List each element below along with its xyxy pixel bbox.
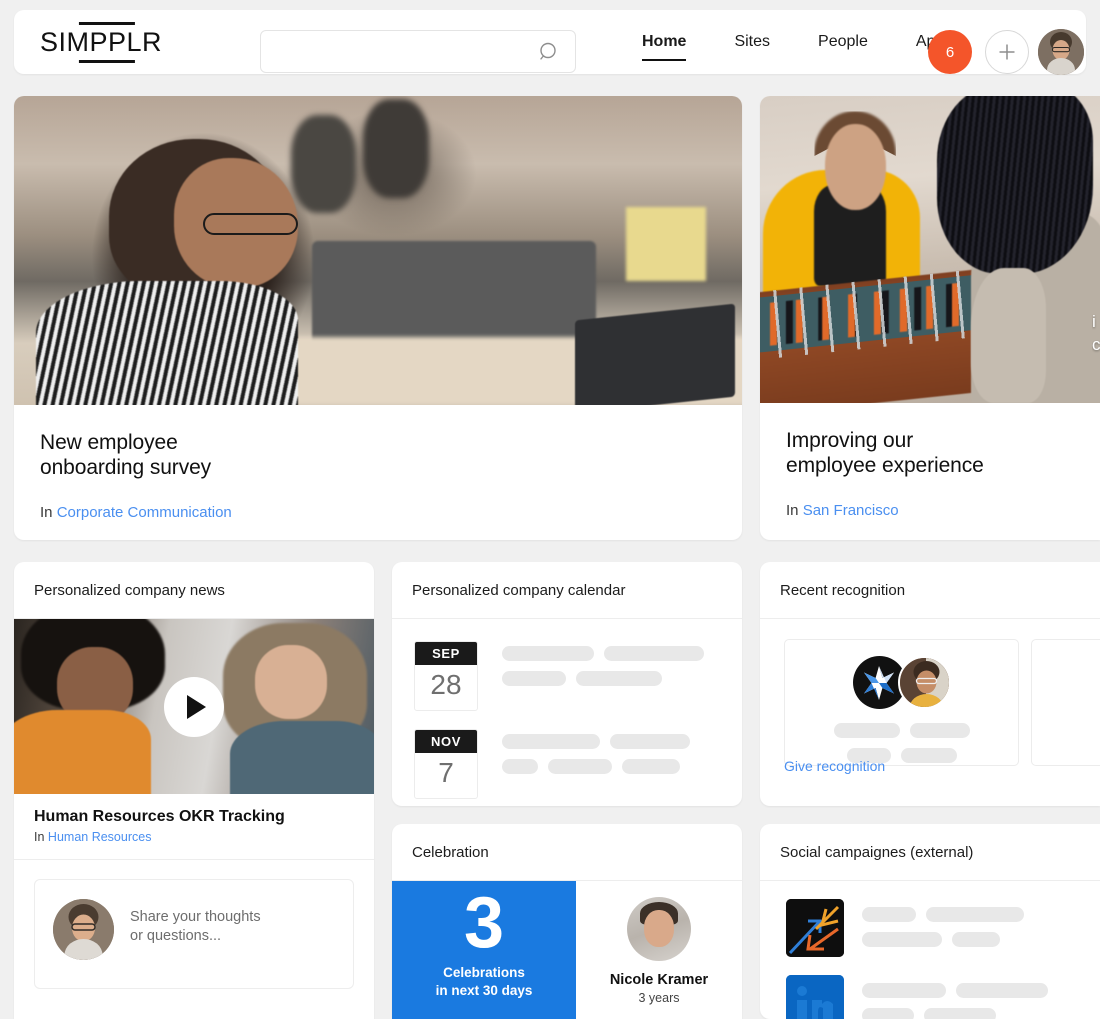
event-month: SEP (415, 642, 477, 665)
logo-text: SIMPPLR (40, 26, 163, 57)
featured-post-meta-secondary: In San Francisco (786, 502, 1074, 519)
celebration-person-avatar (627, 897, 691, 961)
recognized-person-avatar (897, 656, 951, 709)
give-recognition-link[interactable]: Give recognition (784, 758, 885, 774)
nav-label-home: Home (642, 33, 687, 50)
celebration-caption: Celebrations in next 30 days (435, 965, 533, 998)
event-day: 28 (430, 669, 462, 700)
site-link-human-resources[interactable]: Human Resources (48, 830, 152, 844)
recent-recognition-card: Recent recognition Give recognition (760, 562, 1100, 806)
celebration-card-header: Celebration (392, 824, 742, 881)
featured-image-foosball: i c (760, 96, 1100, 403)
search-icon[interactable] (537, 40, 561, 64)
featured-image-office (14, 96, 742, 405)
event-month: NOV (415, 730, 477, 753)
user-avatar-icon (899, 658, 949, 707)
avatar[interactable] (1038, 29, 1084, 75)
nav-item-home[interactable]: Home (618, 10, 710, 74)
recognition-tile[interactable] (784, 639, 1019, 766)
play-icon[interactable] (164, 676, 224, 737)
news-post-summary[interactable]: Human Resources OKR Tracking In Human Re… (14, 794, 374, 860)
nav-item-people[interactable]: People (794, 10, 892, 74)
user-avatar-icon (1038, 29, 1084, 75)
featured-post-meta: In Corporate Communication (40, 504, 716, 521)
site-link-corporate-communication[interactable]: Corporate Communication (57, 504, 232, 521)
news-post-meta: In Human Resources (34, 830, 354, 844)
social-list-item[interactable] (760, 957, 1100, 1019)
share-thoughts-input[interactable]: Share your thoughts or questions... (34, 879, 354, 989)
brand-logo[interactable]: SIMPPLR (40, 21, 163, 63)
search-box[interactable] (260, 30, 576, 73)
main-nav: Home Sites People Apps (618, 10, 976, 74)
social-campaigns-card: Social campaignes (external) (760, 824, 1100, 1019)
news-card-header: Personalized company news (14, 562, 374, 619)
nav-item-sites[interactable]: Sites (710, 10, 794, 74)
celebration-card-title: Celebration (412, 843, 489, 861)
news-card-title: Personalized company news (34, 581, 225, 599)
celebration-person-years: 3 years (638, 991, 680, 1005)
news-post-title: Human Resources OKR Tracking (34, 808, 285, 825)
news-in-label: In (34, 830, 45, 844)
personalized-company-calendar-card: Personalized company calendar SEP 28 NOV… (392, 562, 742, 806)
calendar-event-row[interactable]: NOV 7 (414, 729, 722, 799)
celebration-card: Celebration 3 Celebrations in next 30 da… (392, 824, 742, 1019)
nav-label-sites: Sites (734, 33, 771, 50)
social-placeholder-lines (862, 975, 1100, 1019)
recognition-card-header: Recent recognition (760, 562, 1100, 619)
news-video-thumbnail[interactable] (14, 619, 374, 794)
social-list-item[interactable] (760, 881, 1100, 957)
share-placeholder-text: Share your thoughts or questions... (130, 909, 261, 944)
top-navigation-bar: SIMPPLR Home Sites People Apps (14, 10, 1086, 75)
social-dark-arrows-icon (786, 899, 844, 957)
social-card-header: Social campaignes (external) (760, 824, 1100, 881)
logo-bar-bottom (79, 59, 136, 63)
celebration-person-name: Nicole Kramer (609, 972, 709, 988)
plus-icon (999, 44, 1015, 60)
event-placeholder-lines (502, 729, 722, 799)
recognition-tile[interactable] (1031, 639, 1100, 766)
event-placeholder-lines (502, 641, 722, 711)
social-placeholder-lines (862, 899, 1100, 957)
site-link-san-francisco[interactable]: San Francisco (803, 502, 899, 519)
recognition-avatars (852, 656, 951, 709)
calendar-event-row[interactable]: SEP 28 (414, 641, 722, 711)
featured-post-card-secondary[interactable]: i c Improving our employee experience In… (760, 96, 1100, 540)
linkedin-icon (786, 975, 844, 1019)
share-avatar (53, 899, 114, 960)
notification-badge[interactable]: 6 (928, 30, 972, 74)
user-avatar-icon (53, 899, 114, 960)
in-label-secondary: In (786, 501, 799, 519)
featured-post-title: New employee onboarding survey (40, 431, 212, 479)
logo-bar-top (78, 21, 135, 25)
celebration-person[interactable]: Nicole Kramer 3 years (576, 881, 742, 1019)
create-button[interactable] (985, 30, 1029, 74)
celebration-content: 3 Celebrations in next 30 days Nicole Kr… (392, 881, 742, 1019)
event-day: 7 (438, 757, 454, 788)
celebration-count: 3 (463, 883, 505, 963)
social-card-title: Social campaignes (external) (780, 843, 974, 861)
featured-post-title-secondary: Improving our employee experience (786, 429, 984, 477)
recognition-tiles (760, 619, 1100, 766)
featured-post-card-primary[interactable]: New employee onboarding survey In Corpor… (14, 96, 742, 540)
calendar-events-list: SEP 28 NOV 7 (392, 619, 742, 799)
app-page: SIMPPLR Home Sites People Apps (0, 0, 1100, 1019)
search-input[interactable] (261, 43, 537, 60)
calendar-card-title: Personalized company calendar (412, 581, 626, 599)
event-date-chip: NOV 7 (414, 729, 478, 799)
personalized-company-news-card: Personalized company news Human Resource… (14, 562, 374, 1019)
recognition-card-title: Recent recognition (780, 581, 906, 599)
event-date-chip: SEP 28 (414, 641, 478, 711)
in-label: In (40, 503, 53, 521)
celebration-count-panel[interactable]: 3 Celebrations in next 30 days (392, 881, 576, 1019)
nav-label-people: People (818, 33, 868, 50)
image-overlay-text: i c (1092, 312, 1100, 354)
notification-count: 6 (945, 43, 955, 61)
calendar-card-header: Personalized company calendar (392, 562, 742, 619)
